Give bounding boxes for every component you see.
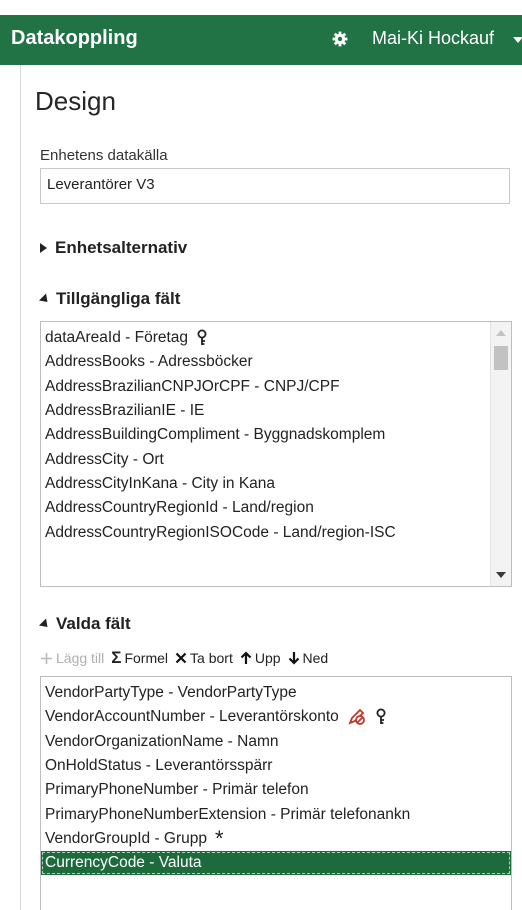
list-item-label: VendorAccountNumber - Leverantörskonto	[45, 708, 339, 726]
list-item-label: OnHoldStatus - Leverantörsspärr	[45, 757, 273, 775]
app-title: Datakoppling	[11, 27, 138, 49]
selected-fields-list[interactable]: VendorPartyType - VendorPartyType VendorA…	[40, 676, 512, 910]
required-asterisk-icon: *	[215, 826, 224, 851]
list-item-label: CurrencyCode - Valuta	[45, 854, 202, 872]
close-icon	[175, 652, 187, 664]
section-selected-fields[interactable]: Valda fält	[38, 614, 131, 634]
list-item-label: AddressBuildingCompliment - Byggnadskomp…	[45, 426, 386, 444]
list-item[interactable]: AddressCountryRegionId - Land/region	[41, 496, 489, 520]
gear-icon[interactable]	[330, 29, 350, 49]
list-item[interactable]: VendorPartyType - VendorPartyType	[41, 681, 511, 705]
list-item-label: PrimaryPhoneNumberExtension - Primär tel…	[45, 805, 411, 823]
collapse-icon	[38, 292, 52, 306]
key-icon	[196, 329, 208, 347]
section-label: Valda fält	[56, 614, 131, 633]
list-item-label: AddressCity - Ort	[45, 450, 164, 468]
list-item-label: AddressBrazilianCNPJOrCPF - CNPJ/CPF	[45, 377, 340, 395]
list-item[interactable]: CurrencyCode - Valuta	[41, 851, 511, 876]
available-fields-list[interactable]: dataAreaId - Företag AddressBooks - Adres…	[40, 321, 512, 587]
section-label: Tillgängliga fält	[56, 289, 181, 308]
datasource-label: Enhetens datakälla	[40, 147, 168, 164]
list-item-label: VendorPartyType - VendorPartyType	[45, 684, 297, 702]
list-item-label: AddressCountryRegionId - Land/region	[45, 499, 314, 517]
list-item-label: VendorOrganizationName - Namn	[45, 732, 279, 750]
list-item[interactable]: dataAreaId - Företag	[41, 326, 489, 350]
arrow-up-icon	[240, 651, 252, 665]
list-item-label: AddressBooks - Adressböcker	[45, 353, 253, 371]
datasource-field[interactable]: Leverantörer V3	[40, 168, 510, 204]
list-item-label: dataAreaId - Företag	[45, 329, 189, 347]
list-item[interactable]: AddressCity - Ort	[41, 447, 489, 471]
expand-icon	[40, 243, 47, 253]
collapse-icon	[38, 617, 52, 631]
list-item-label: AddressBrazilianIE - IE	[45, 402, 205, 420]
no-edit-icon	[347, 708, 367, 726]
move-up-button[interactable]: Upp	[240, 650, 281, 666]
list-item[interactable]: PrimaryPhoneNumber - Primär telefon	[41, 778, 511, 802]
list-item[interactable]: AddressCityInKana - City in Kana	[41, 472, 489, 496]
list-item-label: AddressCountryRegionISOCode - Land/regio…	[45, 523, 396, 541]
arrow-down-icon	[288, 651, 300, 665]
section-label: Enhetsalternativ	[55, 238, 188, 257]
scroll-down-icon[interactable]	[496, 572, 506, 578]
list-item[interactable]: VendorAccountNumber - Leverantörskonto	[41, 705, 511, 729]
list-item-label: PrimaryPhoneNumber - Primär telefon	[45, 781, 309, 799]
list-item[interactable]: AddressBooks - Adressböcker	[41, 350, 489, 374]
add-button[interactable]: Lägg till	[40, 650, 104, 666]
top-bar: Datakoppling Mai-Ki Hockauf	[0, 15, 522, 65]
section-entity-options[interactable]: Enhetsalternativ	[40, 238, 187, 258]
list-item[interactable]: AddressCountryRegionISOCode - Land/regio…	[41, 520, 489, 544]
formula-button[interactable]: Σ Formel	[111, 648, 168, 668]
remove-button[interactable]: Ta bort	[175, 650, 233, 666]
list-item[interactable]: VendorGroupId - Grupp *	[41, 827, 511, 851]
scroll-up-icon[interactable]	[496, 330, 506, 336]
selected-fields-toolbar: Lägg till Σ Formel Ta bort Upp Ned	[40, 647, 335, 669]
page-title: Design	[35, 86, 116, 116]
chevron-down-icon[interactable]	[513, 37, 522, 43]
list-item[interactable]: PrimaryPhoneNumberExtension - Primär tel…	[41, 802, 511, 826]
sigma-icon: Σ	[111, 648, 122, 667]
user-menu[interactable]: Mai-Ki Hockauf	[372, 28, 494, 49]
list-item-label: VendorGroupId - Grupp	[45, 829, 207, 847]
list-item[interactable]: AddressBrazilianCNPJOrCPF - CNPJ/CPF	[41, 375, 489, 399]
list-item[interactable]: VendorOrganizationName - Namn	[41, 730, 511, 754]
scrollbar[interactable]	[490, 322, 511, 586]
list-item[interactable]: AddressBrazilianIE - IE	[41, 399, 489, 423]
list-item[interactable]: OnHoldStatus - Leverantörsspärr	[41, 754, 511, 778]
list-item[interactable]: AddressBuildingCompliment - Byggnadskomp…	[41, 423, 489, 447]
list-item-label: AddressCityInKana - City in Kana	[45, 474, 276, 492]
plus-icon	[40, 652, 53, 665]
section-available-fields[interactable]: Tillgängliga fält	[38, 289, 181, 309]
scroll-thumb[interactable]	[494, 346, 508, 370]
move-down-button[interactable]: Ned	[288, 650, 328, 666]
key-icon	[375, 708, 387, 726]
